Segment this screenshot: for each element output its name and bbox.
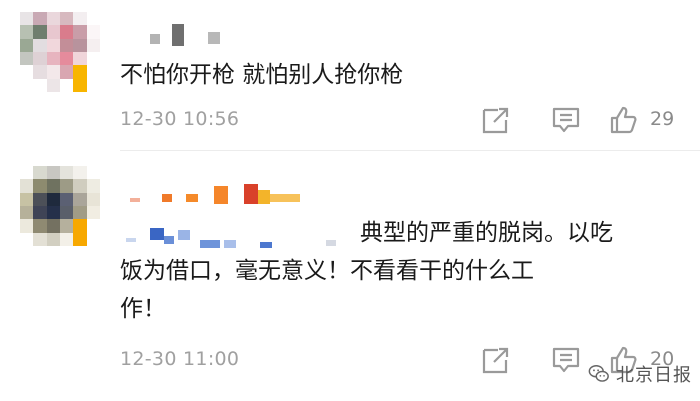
comment-text-line: 作！ — [120, 296, 166, 322]
comment-text: 不怕你开枪 就怕别人抢你枪 — [120, 62, 404, 88]
divider — [120, 150, 700, 151]
share-icon[interactable] — [480, 344, 512, 376]
watermark-text: 北京日报 — [616, 365, 692, 386]
like-icon[interactable] — [608, 104, 640, 136]
comment-icon[interactable] — [550, 344, 582, 376]
avatar[interactable] — [20, 12, 100, 92]
comment-time: 12-30 10:56 — [120, 108, 240, 130]
comment-text-line: 饭为借口，毫无意义！不看看干的什么工 — [120, 258, 534, 284]
comment-time: 12-30 11:00 — [120, 348, 240, 370]
wechat-icon — [588, 363, 610, 385]
comment-meta: 12-30 10:56 29 — [120, 102, 700, 138]
watermark: 北京日报 — [588, 361, 692, 387]
comment-icon[interactable] — [550, 104, 582, 136]
share-icon[interactable] — [480, 104, 512, 136]
comment-text: 典型的严重的脱岗。以吃 饭为借口，毫无意义！不看看干的什么工 作！ — [120, 214, 680, 328]
username-pixelated[interactable] — [120, 170, 320, 204]
like-count: 29 — [650, 108, 675, 130]
username-pixelated[interactable] — [120, 20, 240, 50]
comment-item: 不怕你开枪 就怕别人抢你枪 12-30 10:56 29 — [0, 0, 700, 150]
comment-text-line: 典型的严重的脱岗。以吃 — [360, 220, 613, 246]
avatar[interactable] — [20, 166, 100, 246]
